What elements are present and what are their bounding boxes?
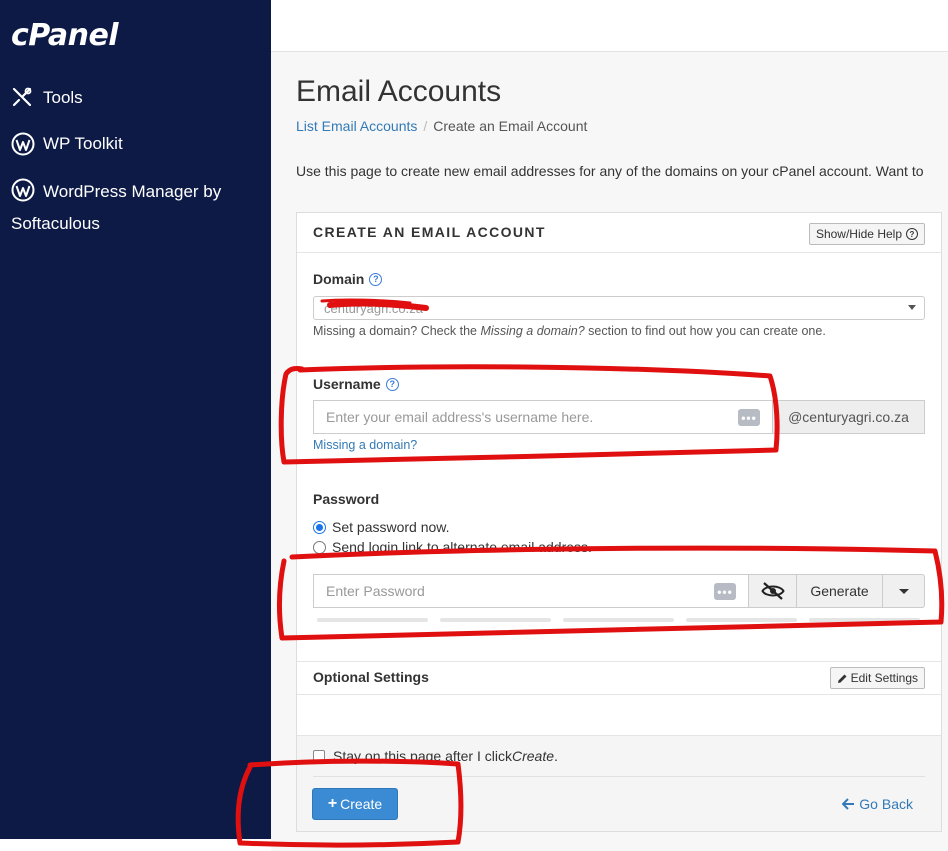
sidebar-item-label: WordPress Manager by Softaculous (11, 174, 251, 240)
button-label: Edit Settings (850, 671, 918, 685)
panel-title: CREATE AN EMAIL ACCOUNT (313, 224, 546, 240)
sidebar-item-wordpress-manager[interactable]: WordPress Manager by Softaculous (11, 174, 251, 240)
username-placeholder: Enter your email address's username here… (326, 409, 594, 425)
missing-domain-link[interactable]: Missing a domain? (313, 438, 417, 452)
arrow-left-icon (842, 798, 855, 810)
checkbox-label: Stay on this page after I click (333, 748, 512, 764)
wordpress-icon (11, 178, 35, 202)
breadcrumb-separator: / (423, 118, 428, 134)
radio-set-password[interactable]: Set password now. (313, 519, 450, 535)
wordpress-icon (11, 132, 35, 156)
form-footer: Stay on this page after I click Create. … (297, 735, 941, 831)
create-email-panel: CREATE AN EMAIL ACCOUNT Show/Hide Help ?… (296, 212, 942, 832)
label-text: Password (313, 491, 380, 507)
panel-header: CREATE AN EMAIL ACCOUNT Show/Hide Help ? (297, 213, 941, 253)
password-placeholder: Enter Password (326, 583, 425, 599)
hint-emphasis: Missing a domain? (480, 324, 585, 338)
label-text: Domain (313, 271, 365, 287)
hint-text: section to find out how you can create o… (584, 324, 826, 338)
button-label: Show/Hide Help (815, 227, 902, 241)
domain-select[interactable]: centuryagri.co.za (313, 296, 925, 320)
radio-unselected[interactable] (313, 540, 326, 554)
main-content: Email Accounts List Email Accounts / Creat… (271, 53, 948, 851)
radio-send-login-link[interactable]: Send login link to alternate email addre… (313, 539, 592, 555)
radio-label: Send login link to alternate email addre… (332, 539, 592, 555)
sidebar-item-wp-toolkit[interactable]: WP Toolkit (11, 128, 123, 160)
button-label: Create (340, 796, 383, 812)
breadcrumb: List Email Accounts / Create an Email Acco… (296, 118, 587, 134)
domain-hint: Missing a domain? Check the Missing a do… (313, 324, 826, 338)
cpanel-logo[interactable]: cPanel (11, 18, 119, 53)
caret-down-icon (898, 588, 909, 594)
sidebar-item-tools[interactable]: Tools (11, 82, 83, 114)
toggle-password-visibility-button[interactable] (748, 574, 797, 608)
password-label: Password (313, 491, 379, 507)
pencil-icon (837, 674, 847, 683)
strength-meter-segment (686, 618, 797, 622)
sidebar-item-text: WordPress Manager by Softaculous (11, 182, 222, 233)
checkbox-label: . (554, 748, 558, 764)
help-icon[interactable]: ? (369, 272, 383, 286)
username-input[interactable]: Enter your email address's username here… (313, 400, 773, 434)
password-input[interactable]: Enter Password ••• (313, 574, 749, 608)
breadcrumb-list-email-accounts[interactable]: List Email Accounts (296, 118, 417, 134)
sidebar: cPanel Tools WP Toolkit WordPress Manage… (0, 0, 271, 839)
generate-password-button[interactable]: Generate (797, 574, 883, 608)
radio-label: Set password now. (332, 519, 450, 535)
go-back-link[interactable]: Go Back (842, 796, 913, 812)
hint-text: Missing a domain? Check the (313, 324, 481, 338)
divider (297, 694, 941, 695)
strength-meter-segment (563, 618, 674, 622)
radio-selected[interactable] (313, 520, 326, 534)
strength-meter-segment (317, 618, 428, 622)
domain-selected-value: centuryagri.co.za (324, 301, 423, 316)
intro-text: Use this page to create new email addres… (296, 163, 924, 179)
question-icon: ? (906, 228, 918, 240)
show-hide-help-button[interactable]: Show/Hide Help ? (808, 223, 925, 245)
strength-meter-segment (440, 618, 551, 622)
generate-options-dropdown[interactable] (883, 574, 925, 608)
link-label: Go Back (859, 796, 913, 812)
divider (313, 776, 925, 777)
breadcrumb-current: Create an Email Account (433, 118, 588, 134)
create-button[interactable]: + Create (312, 788, 398, 820)
username-label: Username ? (313, 376, 399, 392)
tools-icon (11, 86, 35, 110)
help-icon[interactable]: ? (385, 377, 399, 391)
stay-on-page-checkbox[interactable]: Stay on this page after I click Create. (313, 748, 558, 764)
more-dots-icon[interactable]: ••• (714, 583, 736, 600)
divider (297, 661, 941, 662)
strength-meter-segment (809, 618, 920, 622)
eye-slash-icon (760, 582, 785, 600)
optional-settings-title: Optional Settings (313, 669, 429, 685)
domain-suffix: @centuryagri.co.za (773, 400, 925, 434)
page-title: Email Accounts (296, 75, 502, 108)
checkbox-label-emphasis: Create (511, 748, 555, 764)
sidebar-item-label: Tools (43, 88, 83, 107)
checkbox[interactable] (313, 750, 325, 762)
domain-label: Domain ? (313, 271, 383, 287)
caret-down-icon (908, 305, 916, 310)
sidebar-item-label: WP Toolkit (43, 134, 123, 153)
plus-icon: + (327, 795, 338, 812)
more-dots-icon[interactable]: ••• (738, 409, 760, 426)
label-text: Username (313, 376, 381, 392)
top-bar (271, 0, 948, 52)
edit-settings-button[interactable]: Edit Settings (829, 667, 925, 689)
